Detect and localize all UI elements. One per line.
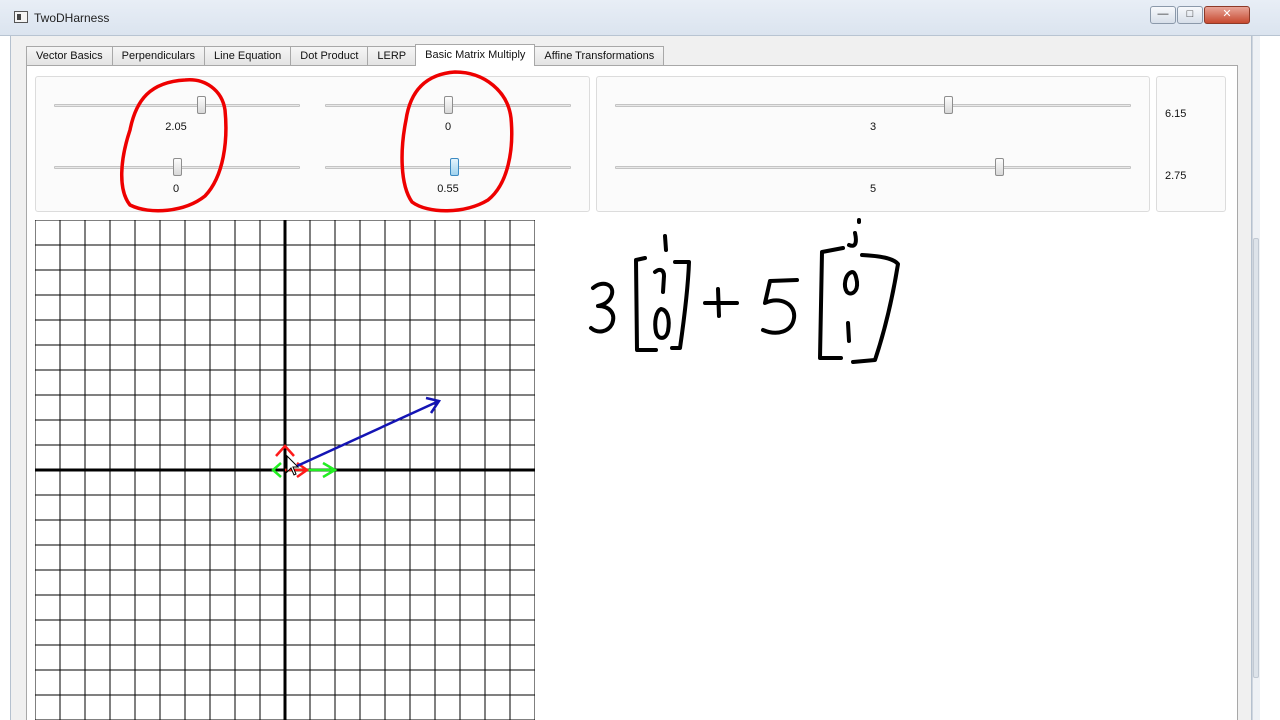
- tab-basic-matrix-multiply[interactable]: Basic Matrix Multiply: [415, 44, 536, 66]
- arrow-cursor-icon: [286, 454, 300, 476]
- tab-bar: Vector Basics Perpendiculars Line Equati…: [26, 44, 665, 66]
- tab-vector-basics[interactable]: Vector Basics: [26, 46, 113, 66]
- tab-lerp[interactable]: LERP: [367, 46, 417, 66]
- grid-svg: [34, 219, 536, 720]
- tab-line-equation[interactable]: Line Equation: [204, 46, 292, 66]
- grid-canvas[interactable]: [34, 219, 536, 720]
- slider-groove: [615, 104, 1131, 107]
- slider-handle[interactable]: [944, 96, 953, 114]
- vector-value-x: 3: [869, 121, 877, 133]
- matrix-value-col2-row1: 0: [444, 121, 452, 133]
- tab-affine-transformations[interactable]: Affine Transformations: [534, 46, 665, 66]
- slider-handle[interactable]: [450, 158, 459, 176]
- app-window-icon: [14, 11, 28, 23]
- matrix-slider-col2-row1[interactable]: [325, 95, 571, 115]
- matrix-value-col2-row2: 0.55: [437, 183, 459, 195]
- matrix-slider-col1-row1[interactable]: [54, 95, 300, 115]
- window-title: TwoDHarness: [34, 11, 110, 25]
- result-vector: [296, 396, 442, 468]
- slider-handle[interactable]: [173, 158, 182, 176]
- slider-groove: [615, 166, 1131, 169]
- vector-slider-x[interactable]: [615, 95, 1131, 115]
- maximize-button[interactable]: □: [1177, 6, 1203, 24]
- slider-groove: [54, 104, 300, 107]
- matrix-value-col1-row2: 0: [172, 183, 180, 195]
- tab-perpendiculars[interactable]: Perpendiculars: [111, 46, 206, 66]
- matrix-value-col1-row1: 2.05: [165, 121, 187, 133]
- vector-value-y: 5: [869, 183, 877, 195]
- result-y: 2.75: [1165, 170, 1187, 182]
- tab-dot-product[interactable]: Dot Product: [290, 46, 369, 66]
- slider-handle[interactable]: [995, 158, 1004, 176]
- slider-handle[interactable]: [197, 96, 206, 114]
- matrix-slider-col2-row2[interactable]: [325, 157, 571, 177]
- slider-groove: [325, 166, 571, 169]
- close-button[interactable]: ✕: [1204, 6, 1250, 24]
- vector-slider-y[interactable]: [615, 157, 1131, 177]
- result-x: 6.15: [1165, 108, 1187, 120]
- matrix-slider-col1-row2[interactable]: [54, 157, 300, 177]
- vector-slider-group: 3 5: [596, 76, 1150, 212]
- scrollbar-thumb[interactable]: [1253, 238, 1259, 678]
- minimize-button[interactable]: —: [1150, 6, 1176, 24]
- matrix-slider-group: 2.05 0 0 0.55: [35, 76, 590, 212]
- slider-handle[interactable]: [444, 96, 453, 114]
- result-group: 6.15 2.75: [1156, 76, 1226, 212]
- title-bar[interactable]: TwoDHarness — □ ✕: [0, 0, 1280, 36]
